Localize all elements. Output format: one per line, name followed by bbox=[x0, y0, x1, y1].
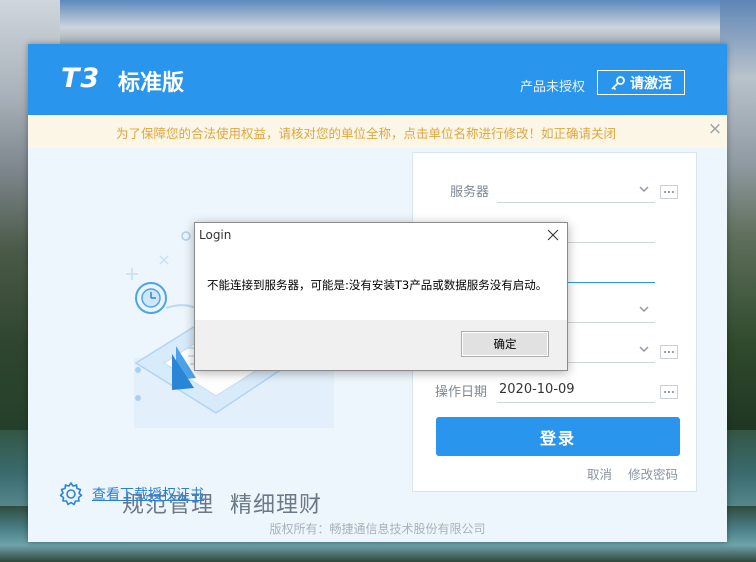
activate-label: 请激活 bbox=[630, 75, 672, 92]
notice-text[interactable]: 为了保障您的合法使用权益，请核对您的单位全称，点击单位名称进行修改！如正确请关闭 bbox=[116, 123, 616, 142]
server-label: 服务器 bbox=[450, 185, 490, 200]
header-bar: T3 标准版 产品未授权 请激活 bbox=[28, 44, 727, 115]
server-more-button[interactable] bbox=[660, 185, 678, 199]
date-field: 操作日期 2020-10-09 bbox=[413, 375, 698, 405]
notice-close-icon[interactable]: × bbox=[706, 120, 724, 138]
date-input[interactable]: 2020-10-09 bbox=[499, 382, 575, 397]
license-status: 产品未授权 bbox=[520, 80, 586, 95]
cancel-link[interactable]: 取消 bbox=[587, 464, 612, 483]
dialog-message: 不能连接到服务器，可能是:没有安装T3产品或数据服务没有启动。 bbox=[207, 278, 548, 292]
server-field: 服务器 bbox=[413, 175, 698, 205]
date-more-button[interactable] bbox=[660, 385, 678, 399]
product-name: 标准版 bbox=[118, 71, 185, 96]
close-icon[interactable] bbox=[545, 227, 561, 243]
login-error-dialog: Login 不能连接到服务器，可能是:没有安装T3产品或数据服务没有启动。 确定 bbox=[194, 222, 568, 371]
chevron-down-icon[interactable] bbox=[639, 304, 649, 314]
dialog-title: Login bbox=[199, 228, 232, 242]
server-underline bbox=[497, 202, 655, 203]
gear-icon bbox=[59, 482, 83, 506]
slogan-right: 精细理财 bbox=[230, 493, 323, 518]
chevron-down-icon[interactable] bbox=[639, 344, 649, 354]
dialog-button-bar: 确定 bbox=[195, 320, 567, 370]
logo-mark: T3 bbox=[61, 63, 101, 94]
date-underline bbox=[497, 402, 655, 403]
chevron-down-icon[interactable] bbox=[639, 184, 649, 194]
date-label: 操作日期 bbox=[435, 385, 488, 400]
mountain-top bbox=[60, 0, 720, 46]
change-password-link[interactable]: 修改密码 bbox=[628, 464, 678, 483]
activate-button[interactable]: 请激活 bbox=[597, 70, 685, 95]
footer-copyright: 版权所有：畅捷通信息技术股份有限公司 bbox=[28, 522, 727, 542]
login-button[interactable]: 登录 bbox=[436, 417, 680, 456]
cert-link-label[interactable]: 查看下载授权证书 bbox=[92, 484, 204, 504]
year-more-button[interactable] bbox=[660, 345, 678, 359]
ok-button[interactable]: 确定 bbox=[461, 331, 549, 357]
key-icon bbox=[611, 75, 625, 90]
cert-link[interactable]: 查看下载授权证书 bbox=[58, 481, 204, 507]
notice-bar: 为了保障您的合法使用权益，请核对您的单位全称，点击单位名称进行修改！如正确请关闭… bbox=[28, 115, 727, 148]
